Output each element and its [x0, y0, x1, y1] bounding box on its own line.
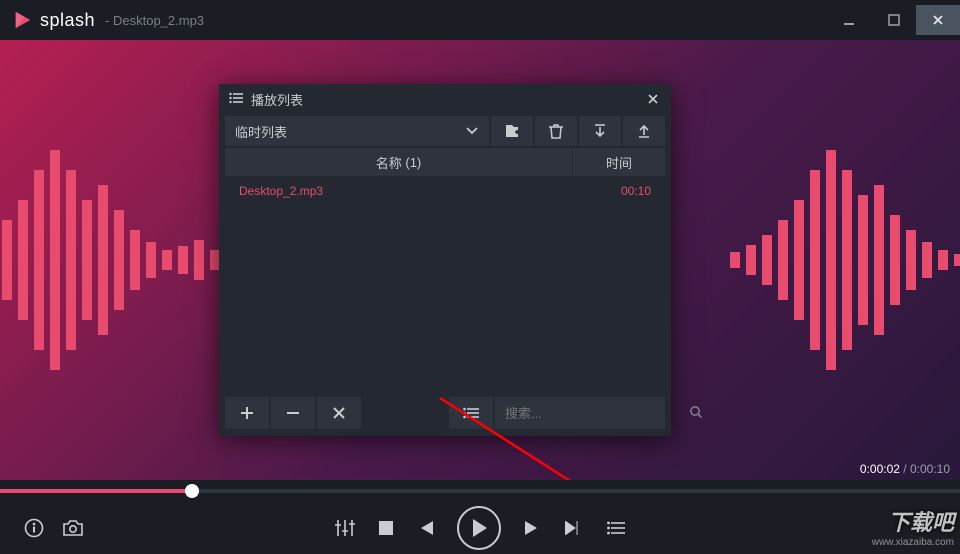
play-button[interactable] [457, 506, 501, 550]
playlist-panel: 播放列表 临时列表 名称 (1) 时间 Desktop_2.mp3 [219, 84, 671, 436]
clear-button[interactable] [317, 397, 361, 429]
equalizer-button[interactable] [335, 520, 355, 536]
current-file-label: - Desktop_2.mp3 [105, 13, 204, 28]
play-logo-icon [12, 9, 34, 31]
playlist-item-name: Desktop_2.mp3 [239, 184, 573, 198]
column-time[interactable]: 时间 [573, 148, 665, 176]
search-icon [689, 405, 703, 422]
seek-bar[interactable] [0, 480, 960, 502]
add-file-button[interactable] [491, 116, 533, 146]
seek-fill [0, 489, 192, 493]
playlist-item-time: 00:10 [573, 184, 651, 198]
move-up-button[interactable] [623, 116, 665, 146]
playlist-close-button[interactable] [643, 89, 663, 109]
playlist-toggle-button[interactable] [607, 521, 625, 535]
playlist-search[interactable] [495, 397, 665, 429]
playlist-item[interactable]: Desktop_2.mp3 00:10 [225, 176, 665, 206]
stop-button[interactable] [379, 521, 393, 535]
snapshot-button[interactable] [62, 518, 84, 538]
time-display: 0:00:02 / 0:00:10 [860, 462, 950, 476]
app-logo: splash [12, 9, 95, 31]
delete-button[interactable] [535, 116, 577, 146]
playlist-columns: 名称 (1) 时间 [225, 148, 665, 176]
playlist-title: 播放列表 [251, 90, 303, 109]
close-button[interactable] [916, 5, 960, 35]
titlebar: splash - Desktop_2.mp3 [0, 0, 960, 40]
control-bar: 0:00:02 / 0:00:10 [0, 480, 960, 554]
minimize-button[interactable] [828, 5, 872, 35]
search-input[interactable] [505, 406, 681, 421]
column-name[interactable]: 名称 (1) [225, 148, 573, 176]
maximize-button[interactable] [872, 5, 916, 35]
remove-button[interactable] [271, 397, 315, 429]
playlist-dropdown-label: 临时列表 [235, 122, 287, 141]
playlist-dropdown[interactable]: 临时列表 [225, 116, 489, 146]
app-name: splash [40, 10, 95, 31]
playlist-footer [219, 396, 671, 436]
list-icon [229, 92, 243, 107]
chevron-down-icon [465, 124, 479, 139]
playlist-toolbar: 临时列表 [219, 114, 671, 148]
seek-thumb[interactable] [185, 484, 199, 498]
info-button[interactable] [24, 518, 44, 538]
previous-button[interactable] [417, 521, 433, 535]
toggle-list-button[interactable] [449, 397, 493, 429]
next-button[interactable] [525, 521, 541, 535]
playlist-rows: Desktop_2.mp3 00:10 [225, 176, 665, 396]
waveform-right-icon [680, 130, 960, 390]
playlist-header[interactable]: 播放列表 [219, 84, 671, 114]
move-down-button[interactable] [579, 116, 621, 146]
add-button[interactable] [225, 397, 269, 429]
step-forward-button[interactable] [565, 521, 583, 535]
